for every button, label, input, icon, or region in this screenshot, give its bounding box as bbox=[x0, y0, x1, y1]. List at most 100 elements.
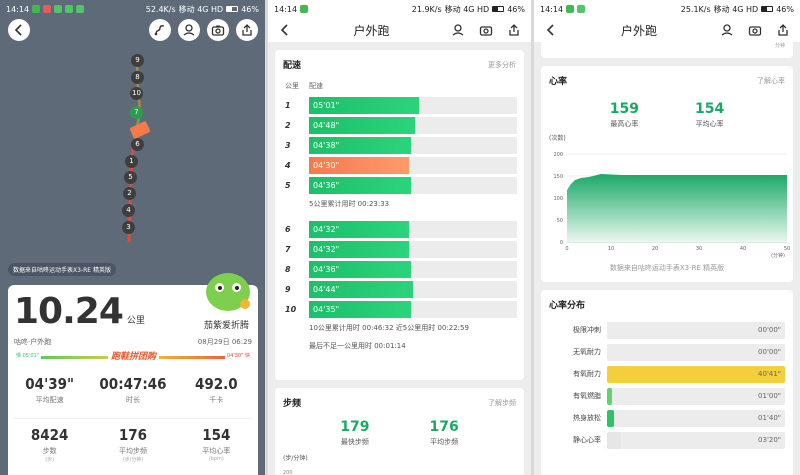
stats-row-1: 04'39" 平均配速 00:47:46 时长 492.0 千卡 bbox=[8, 375, 258, 405]
pace-bar: 04'32" bbox=[309, 220, 409, 238]
split-note: 最后不足一公里用时 00:01:14 bbox=[309, 342, 406, 350]
stat-value: 04'39" bbox=[25, 375, 75, 393]
battery-level: 46% bbox=[507, 4, 525, 14]
pace-bar: 04'30" bbox=[309, 156, 409, 174]
zone-time: 00'00" bbox=[758, 347, 781, 356]
hr-zone-row: 无氧耐力 00'00" bbox=[541, 341, 793, 363]
stat-label: 最高心率 bbox=[610, 120, 639, 128]
pace-bar: 04'48" bbox=[309, 116, 416, 134]
pace-card: 配速 更多分析 公里 配速 1 05'01" 2 04'48" 3 04'38" 4 04'3… bbox=[275, 50, 524, 380]
card-title: 心率分布 bbox=[549, 301, 586, 311]
pace-track: 04'48" bbox=[309, 116, 517, 134]
pace-row: 3 04'38" bbox=[275, 135, 524, 155]
axis-tick: 200 bbox=[283, 470, 293, 475]
pace-row: 10 04'35" bbox=[275, 299, 524, 319]
pace-bar: 04'35" bbox=[309, 300, 411, 318]
card-title: 心率 bbox=[549, 77, 568, 87]
source-chip: 数据来自咕咚运动手表X3-RE 精英版 bbox=[8, 263, 116, 276]
km-label: 7 bbox=[285, 244, 291, 254]
pace-row: 9 04'44" bbox=[275, 279, 524, 299]
stat-label: 平均步频 bbox=[430, 438, 459, 446]
zone-track: 00'00" bbox=[607, 321, 785, 339]
stat-unit: (步) bbox=[45, 457, 55, 463]
km-label: 5 bbox=[285, 180, 291, 190]
x-axis-unit: (分钟) bbox=[771, 253, 785, 259]
km-label: 9 bbox=[285, 284, 291, 294]
screen-pace: 14:14 21.9K/s 移动 4G HD 46% 户外跑 配速 更多分析 公… bbox=[268, 0, 531, 475]
camera-icon[interactable] bbox=[479, 23, 493, 37]
network-label: 移动 4G HD bbox=[444, 4, 490, 14]
pace-row: 8 04'36" bbox=[275, 259, 524, 279]
pace-track: 04'38" bbox=[309, 136, 517, 154]
km-label: 6 bbox=[285, 224, 291, 234]
stat-label: 最快步频 bbox=[340, 438, 369, 446]
promo-slogan[interactable]: 跑鞋拼团购 bbox=[108, 349, 160, 362]
pace-bar: 04'36" bbox=[309, 176, 411, 194]
zone-track: 01'00" bbox=[607, 387, 785, 405]
max-cadence: 179 最快步频 bbox=[340, 419, 369, 447]
more-analysis-link[interactable]: 更多分析 bbox=[488, 60, 516, 70]
stat-value: 176 bbox=[429, 419, 459, 435]
hr-zone-row: 有氧燃脂 01'00" bbox=[541, 385, 793, 407]
back-arrow-icon[interactable] bbox=[544, 23, 558, 37]
share-icon[interactable] bbox=[776, 23, 790, 37]
distance-value: 10.24 bbox=[14, 291, 124, 332]
data-source: 数据来自咕咚运动手表X3-RE 精英版 bbox=[609, 264, 725, 272]
divider bbox=[14, 418, 252, 419]
col-pace-header: 配速 bbox=[309, 82, 323, 90]
status-bar: 14:14 21.9K/s 移动 4G HD 46% bbox=[268, 0, 531, 18]
stat-label: 平均心率 bbox=[695, 120, 724, 128]
back-arrow-icon[interactable] bbox=[278, 23, 292, 37]
pace-track: 04'30" bbox=[309, 156, 517, 174]
zone-bar bbox=[607, 431, 622, 449]
stat-value: 8424 bbox=[30, 426, 69, 444]
km-label: 2 bbox=[285, 120, 291, 130]
pace-track: 04'32" bbox=[309, 220, 517, 238]
stat-value: 154 bbox=[695, 101, 725, 117]
pace-track: 05'01" bbox=[309, 96, 517, 114]
stat-calories: 492.0 千卡 bbox=[175, 375, 258, 405]
heart-rate-chart: 200 150 100 50 0 0 10 20 30 40 50 bbox=[553, 152, 790, 252]
stat-unit: (步/分钟) bbox=[122, 457, 144, 463]
location-person-icon[interactable] bbox=[451, 23, 465, 37]
y-tick: 100 bbox=[553, 196, 563, 202]
zone-time: 00'00" bbox=[758, 325, 781, 334]
share-icon[interactable] bbox=[507, 23, 521, 37]
km-label: 4 bbox=[285, 160, 291, 170]
pace-track: 04'44" bbox=[309, 280, 517, 298]
pace-bar: 04'38" bbox=[309, 136, 411, 154]
distance-unit: 公里 bbox=[126, 316, 145, 326]
km-marker: 5 bbox=[124, 171, 137, 184]
km-marker: 4 bbox=[122, 204, 135, 217]
zone-track: 00'00" bbox=[607, 343, 785, 361]
stat-value: 00:47:46 bbox=[99, 375, 167, 393]
zone-track: 40'41" bbox=[607, 365, 785, 383]
stat-value: 492.0 bbox=[194, 375, 238, 393]
col-km-header: 公里 bbox=[285, 82, 299, 90]
camera-icon[interactable] bbox=[748, 23, 762, 37]
battery-level: 46% bbox=[776, 4, 794, 14]
zone-bar bbox=[607, 409, 615, 427]
x-tick: 0 bbox=[565, 246, 568, 252]
stat-value: 159 bbox=[609, 101, 639, 117]
split-note: 10公里累计用时 00:46:32 近5公里用时 00:22:59 bbox=[309, 324, 469, 332]
learn-hr-link[interactable]: 了解心率 bbox=[757, 76, 785, 86]
avatar[interactable] bbox=[206, 273, 250, 311]
zone-time: 40'41" bbox=[758, 369, 781, 378]
km-label: 1 bbox=[285, 100, 291, 110]
title-bar: 户外跑 bbox=[268, 18, 531, 42]
split-note: 5公里累计用时 00:23:33 bbox=[309, 200, 390, 208]
page-title: 户外跑 bbox=[620, 23, 657, 38]
x-tick: 40 bbox=[740, 246, 746, 252]
cadence-card: 步频 了解步频 179 最快步频 176 平均步频 (步/分钟) 200 bbox=[275, 388, 524, 475]
pace-row: 2 04'48" bbox=[275, 115, 524, 135]
username[interactable]: 茄紫爱折腾 bbox=[204, 318, 249, 331]
stat-cadence: 176 平均步频 (步/分钟) bbox=[91, 426, 174, 463]
notification-icon bbox=[566, 5, 575, 13]
location-person-icon[interactable] bbox=[720, 23, 734, 37]
x-tick: 10 bbox=[608, 246, 614, 252]
pace-bar: 04'44" bbox=[309, 280, 413, 298]
pace-track: 04'35" bbox=[309, 300, 517, 318]
learn-cadence-link[interactable]: 了解步频 bbox=[488, 398, 516, 408]
screen-map: 14:14 52.4K/s 移动 4G HD 46% 9 8 10 7 6 1 … bbox=[0, 0, 265, 475]
